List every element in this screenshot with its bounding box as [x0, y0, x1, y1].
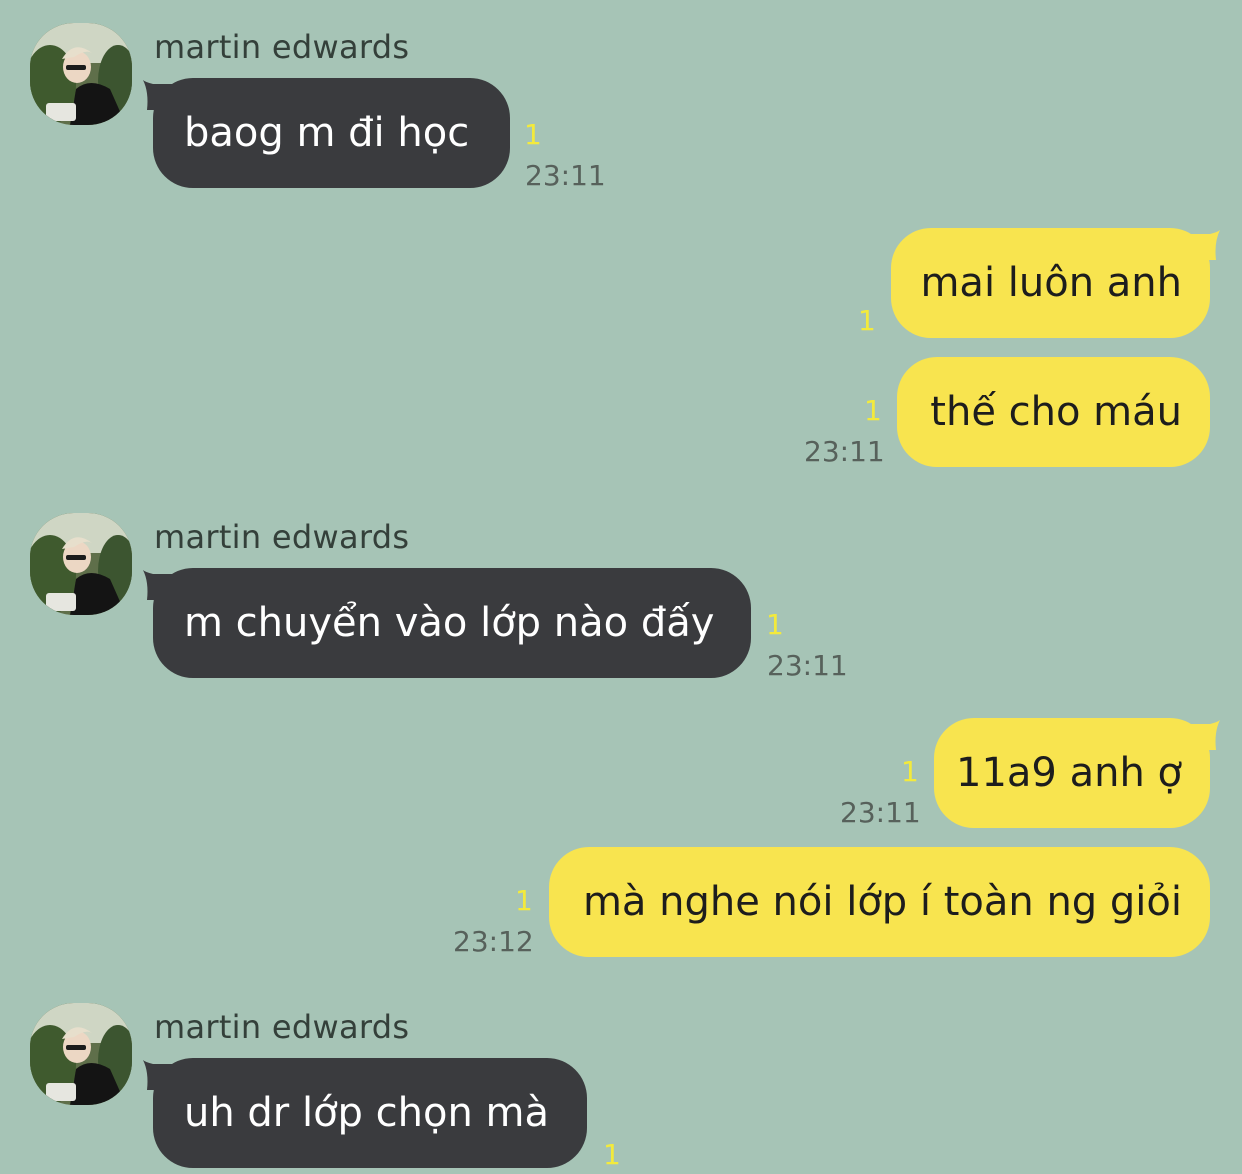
outgoing-message-bubble[interactable]: 11a9 anh ợ — [934, 718, 1220, 828]
sender-name: martin edwards — [154, 518, 410, 556]
incoming-message-bubble[interactable]: baog m đi học — [143, 78, 510, 188]
outgoing-message-bubble[interactable]: thế cho máu — [897, 357, 1210, 467]
contact-avatar[interactable] — [30, 23, 132, 125]
contact-avatar[interactable] — [30, 513, 132, 615]
unread-count: 1 — [524, 118, 542, 151]
contact-photo-image — [30, 23, 132, 125]
contact-photo-image — [30, 1003, 132, 1105]
message-time: 23:11 — [840, 796, 921, 829]
message-text: uh dr lớp chọn mà — [184, 1090, 550, 1136]
sender-name: martin edwards — [154, 28, 410, 66]
incoming-message-bubble[interactable]: uh dr lớp chọn mà — [143, 1058, 587, 1168]
bubble-tail-icon — [143, 570, 173, 600]
contact-photo-image — [30, 513, 132, 615]
unread-count: 1 — [515, 884, 533, 917]
bubble-tail-icon — [143, 1060, 173, 1090]
unread-count: 1 — [901, 755, 919, 788]
sender-name: martin edwards — [154, 1008, 410, 1046]
message-time: 23:11 — [804, 435, 885, 468]
message-time: 23:12 — [453, 925, 534, 958]
unread-count: 1 — [864, 394, 882, 427]
message-text: mà nghe nói lớp í toàn ng giỏi — [582, 879, 1182, 925]
outgoing-message-bubble[interactable]: mà nghe nói lớp í toàn ng giỏi — [549, 847, 1210, 957]
unread-count: 1 — [603, 1138, 621, 1171]
message-time: 23:11 — [525, 159, 606, 192]
message-text: thế cho máu — [930, 389, 1182, 435]
chat-thread[interactable]: martin edwards baog m đi học 1 23:11 mai… — [0, 0, 1242, 1174]
contact-avatar[interactable] — [30, 1003, 132, 1105]
message-text: m chuyển vào lớp nào đấy — [184, 600, 715, 646]
unread-count: 1 — [766, 608, 784, 641]
unread-count: 1 — [858, 304, 876, 337]
outgoing-message-bubble[interactable]: mai luôn anh — [891, 228, 1220, 338]
bubble-tail-icon — [1190, 230, 1220, 260]
message-text: baog m đi học — [184, 110, 470, 156]
message-text: 11a9 anh ợ — [956, 750, 1182, 796]
message-text: mai luôn anh — [920, 260, 1182, 306]
message-time: 23:11 — [767, 649, 848, 682]
bubble-tail-icon — [1190, 720, 1220, 750]
bubble-tail-icon — [143, 80, 173, 110]
incoming-message-bubble[interactable]: m chuyển vào lớp nào đấy — [143, 568, 751, 678]
